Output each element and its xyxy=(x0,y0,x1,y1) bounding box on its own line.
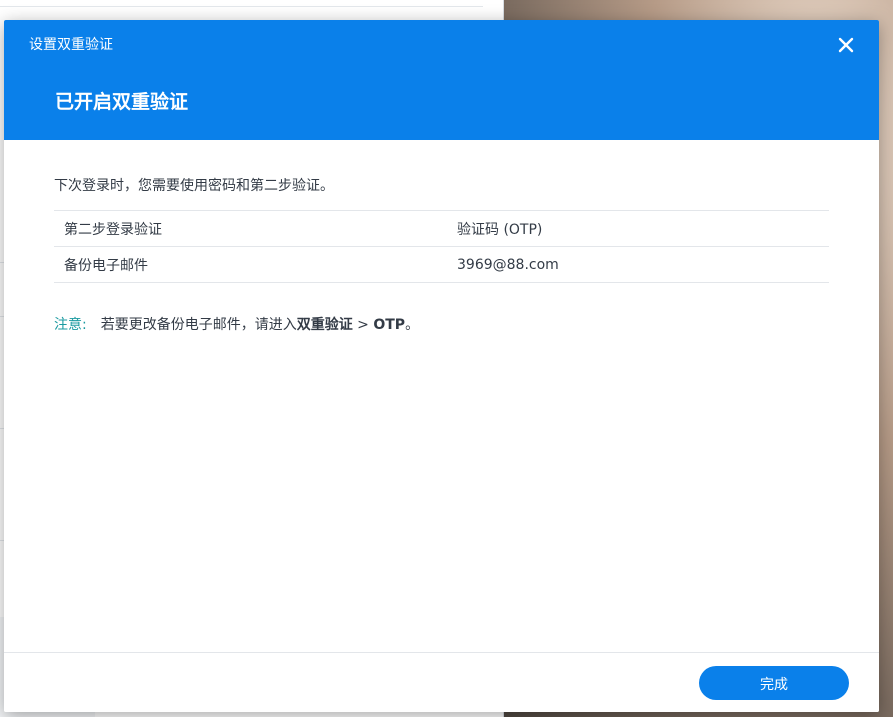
done-button[interactable]: 完成 xyxy=(699,666,849,700)
dialog-heading: 已开启双重验证 xyxy=(55,91,189,113)
row-value: 验证码 (OTP) xyxy=(447,210,829,247)
note-text: 注意: 若要更改备份电子邮件，请进入双重验证 > OTP。 xyxy=(54,314,419,334)
row-label: 第二步登录验证 xyxy=(54,210,447,247)
dialog-title: 设置双重验证 xyxy=(29,37,113,53)
dialog-header: 设置双重验证 已开启双重验证 xyxy=(4,20,879,140)
two-factor-dialog: 设置双重验证 已开启双重验证 下次登录时，您需要使用密码和第二步验证。 第二步登… xyxy=(4,20,879,712)
close-button[interactable] xyxy=(835,34,857,56)
row-value: 3969@88.com xyxy=(447,246,829,283)
note-label: 注意: xyxy=(54,317,87,333)
note-body: 若要更改备份电子邮件，请进入 xyxy=(100,317,297,333)
note-path-two-factor: 双重验证 xyxy=(296,317,353,333)
intro-text: 下次登录时，您需要使用密码和第二步验证。 xyxy=(54,178,334,194)
row-label: 备份电子邮件 xyxy=(54,246,447,283)
note-end: 。 xyxy=(405,317,420,333)
note-path-separator: > xyxy=(352,317,374,333)
table-row: 第二步登录验证 验证码 (OTP) xyxy=(54,210,829,247)
info-table: 第二步登录验证 验证码 (OTP) 备份电子邮件 3969@88.com xyxy=(54,210,829,283)
dialog-footer: 完成 xyxy=(4,652,879,712)
close-icon xyxy=(838,37,854,53)
note-path-otp: OTP xyxy=(373,317,406,333)
table-row: 备份电子邮件 3969@88.com xyxy=(54,246,829,283)
background-divider xyxy=(0,6,483,7)
